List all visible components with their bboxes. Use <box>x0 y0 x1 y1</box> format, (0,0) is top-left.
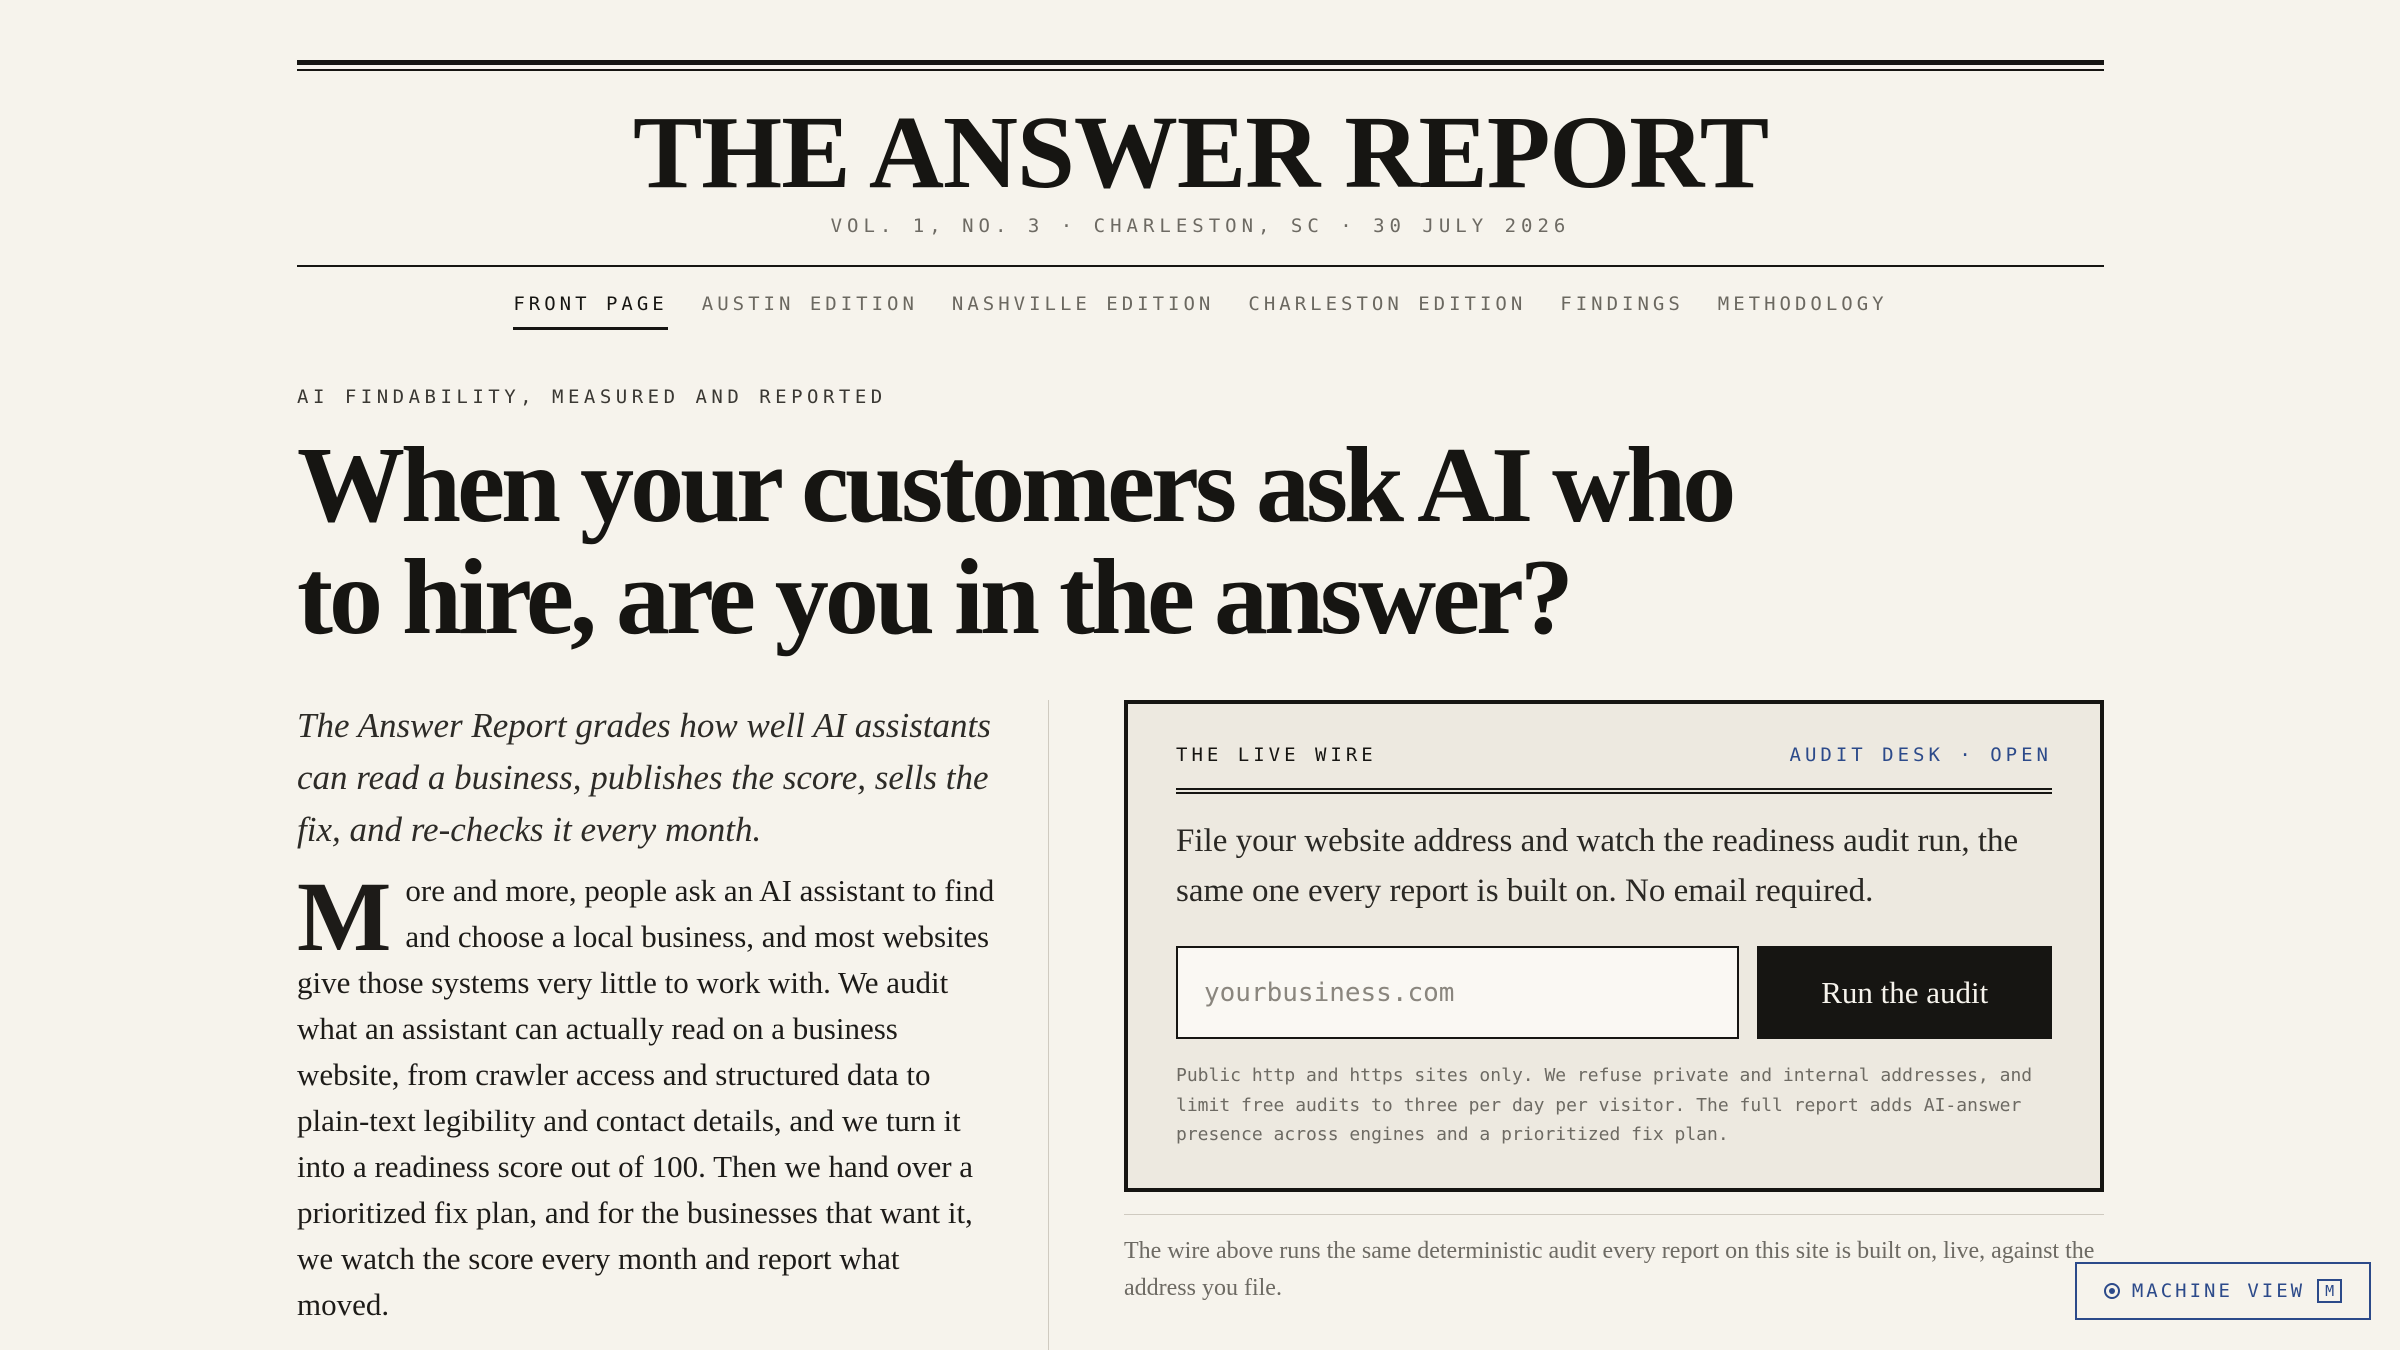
hero-kicker: AI FINDABILITY, MEASURED AND REPORTED <box>297 386 887 408</box>
nav-austin-edition[interactable]: AUSTIN EDITION <box>702 293 918 330</box>
run-audit-button[interactable]: Run the audit <box>1757 946 2052 1039</box>
target-icon <box>2103 1283 2120 1299</box>
article-dek: The Answer Report grades how well AI ass… <box>297 706 991 849</box>
audit-desk-status: AUDIT DESK · OPEN <box>1789 744 2052 766</box>
wire-description: File your website address and watch the … <box>1176 823 2019 909</box>
hero-headline: When your customers ask AI who to hire, … <box>297 426 1736 657</box>
audit-form: Run the audit <box>1176 946 2052 1039</box>
article-column: The Answer Report grades how well AI ass… <box>297 700 997 1328</box>
machine-view-label: MACHINE VIEW <box>2131 1280 2306 1302</box>
masthead-rule <box>297 265 2104 267</box>
wire-rule <box>1176 788 2052 794</box>
live-wire-panel: THE LIVE WIRE AUDIT DESK · OPEN File you… <box>1124 700 2104 1192</box>
wire-header: THE LIVE WIRE AUDIT DESK · OPEN <box>1176 744 2052 766</box>
issue-line: VOL. 1, NO. 3 · CHARLESTON, SC · 30 JULY… <box>830 215 1571 237</box>
keyboard-shortcut-badge: M <box>2317 1279 2343 1303</box>
wire-label: THE LIVE WIRE <box>1176 744 1377 766</box>
column-divider <box>1048 700 1049 1350</box>
drop-cap: M <box>297 861 392 972</box>
page-header: THE ANSWER REPORT VOL. 1, NO. 3 · CHARLE… <box>297 60 2104 654</box>
machine-view-button[interactable]: MACHINE VIEW M <box>2075 1262 2371 1320</box>
nav-front-page[interactable]: FRONT PAGE <box>513 293 668 330</box>
nav-nashville-edition[interactable]: NASHVILLE EDITION <box>952 293 1214 330</box>
wire-caption: The wire above runs the same determinist… <box>1124 1238 2095 1301</box>
website-url-input[interactable] <box>1176 946 1740 1039</box>
live-wire-column: THE LIVE WIRE AUDIT DESK · OPEN File you… <box>1124 700 2104 1307</box>
nav-methodology[interactable]: METHODOLOGY <box>1718 293 1888 330</box>
masthead-double-rule <box>297 60 2104 71</box>
masthead-title: THE ANSWER REPORT <box>632 95 1769 210</box>
article-body-text: ore and more, people ask an AI assistant… <box>297 873 995 1322</box>
article-body: More and more, people ask an AI assistan… <box>297 861 997 1328</box>
nav-charleston-edition[interactable]: CHARLESTON EDITION <box>1248 293 1526 330</box>
section-nav: FRONT PAGE AUSTIN EDITION NASHVILLE EDIT… <box>297 293 2104 330</box>
caption-rule <box>1124 1214 2104 1215</box>
nav-findings[interactable]: FINDINGS <box>1560 293 1684 330</box>
wire-fine-print: Public http and https sites only. We ref… <box>1176 1065 2033 1145</box>
